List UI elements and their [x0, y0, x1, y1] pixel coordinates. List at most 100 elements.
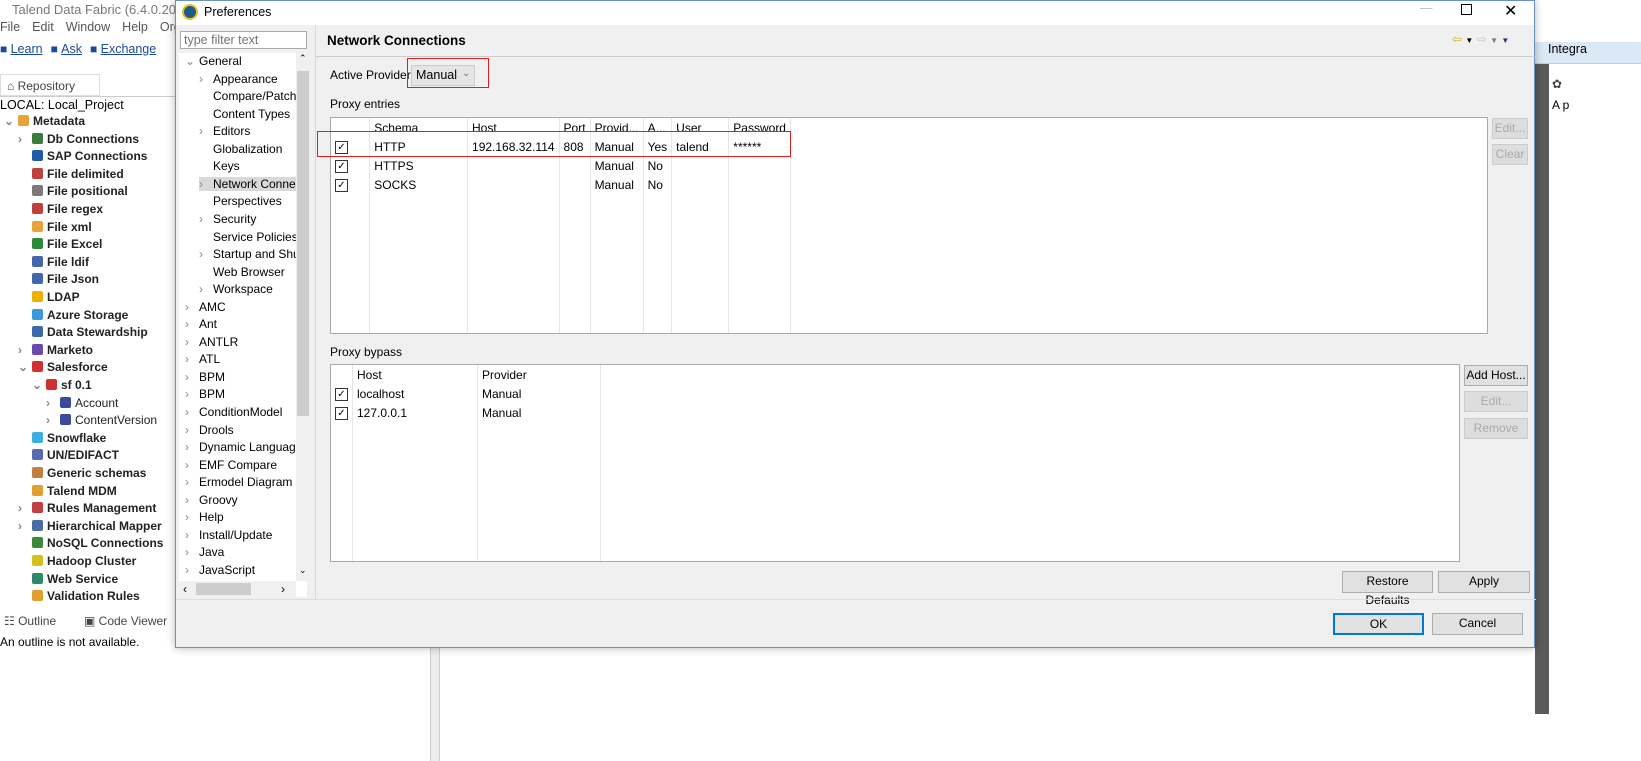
- pref-tree-item[interactable]: › ANTLR: [185, 335, 238, 349]
- chevron-icon[interactable]: ›: [185, 387, 199, 401]
- pref-tree-item[interactable]: › Help: [185, 510, 224, 524]
- chevron-icon[interactable]: ›: [199, 124, 213, 138]
- tree-item[interactable]: › Hierarchical Mapper: [18, 519, 162, 536]
- tree-item[interactable]: Web Service: [18, 572, 118, 589]
- chevron-icon[interactable]: ›: [199, 72, 213, 86]
- scrollbar-thumb[interactable]: [297, 71, 309, 416]
- edit-host-button[interactable]: Edit...: [1464, 391, 1528, 412]
- chevron-icon[interactable]: ›: [185, 317, 199, 331]
- scroll-up-icon[interactable]: ⌃: [299, 53, 307, 64]
- pref-tree-item[interactable]: ›Dynamic Languages: [185, 440, 296, 454]
- pref-tree-item[interactable]: › EMF Compare: [185, 458, 277, 472]
- tree-item[interactable]: File positional: [18, 184, 128, 201]
- tree-item[interactable]: Azure Storage: [18, 308, 128, 325]
- tree-item[interactable]: Snowflake: [18, 431, 106, 448]
- restore-defaults-button[interactable]: Restore Defaults: [1342, 571, 1433, 607]
- tree-item[interactable]: Talend MDM: [18, 484, 117, 501]
- menu-item[interactable]: File: [0, 20, 20, 34]
- pref-tree-item[interactable]: Content Types: [199, 107, 290, 121]
- chevron-icon[interactable]: ⌄: [185, 54, 199, 68]
- tree-item[interactable]: › Account: [46, 396, 118, 413]
- scroll-left-icon[interactable]: ‹: [183, 582, 187, 596]
- chevron-icon[interactable]: ›: [46, 413, 60, 427]
- back-dropdown-icon[interactable]: ▼: [1465, 36, 1473, 45]
- chevron-icon[interactable]: ›: [185, 475, 199, 489]
- chevron-icon[interactable]: ›: [199, 247, 213, 261]
- tab-repository[interactable]: ⌂ Repository: [0, 74, 100, 96]
- tree-item[interactable]: Generic schemas: [18, 466, 146, 483]
- tree-item[interactable]: Validation Rules: [18, 589, 140, 606]
- chevron-icon[interactable]: ›: [185, 528, 199, 542]
- pref-tree-item[interactable]: Perspectives: [199, 194, 282, 208]
- tree-item[interactable]: ⌄ sf 0.1: [32, 378, 92, 395]
- chevron-icon[interactable]: ›: [185, 493, 199, 507]
- row-checkbox[interactable]: ✓: [335, 407, 348, 420]
- tree-item[interactable]: File Json: [18, 272, 99, 289]
- toolbar-link[interactable]: Learn: [11, 42, 43, 56]
- pref-tree-item[interactable]: ›Network Connections: [199, 176, 296, 191]
- chevron-icon[interactable]: ›: [185, 510, 199, 524]
- clear-proxy-button[interactable]: Clear: [1492, 144, 1528, 165]
- chevron-icon[interactable]: ›: [185, 545, 199, 559]
- ok-button[interactable]: OK: [1333, 613, 1424, 635]
- pref-tree-item[interactable]: › Editors: [199, 124, 250, 138]
- chevron-icon[interactable]: ›: [18, 132, 32, 146]
- pref-tree-item[interactable]: › Security: [199, 212, 256, 226]
- tree-item[interactable]: File ldif: [18, 255, 89, 272]
- column-header[interactable]: [331, 365, 353, 384]
- pref-tree-item[interactable]: › Ant: [185, 317, 217, 331]
- scroll-down-icon[interactable]: ⌄: [299, 565, 307, 576]
- forward-arrow-icon[interactable]: ⇨: [1477, 32, 1487, 46]
- chevron-icon[interactable]: ›: [18, 343, 32, 357]
- close-button[interactable]: ✕: [1504, 1, 1517, 21]
- pref-tree-item[interactable]: ›Startup and Shutdown: [199, 247, 296, 261]
- pref-tree-item[interactable]: › JavaScript: [185, 563, 255, 577]
- maximize-button[interactable]: [1461, 4, 1472, 15]
- remove-host-button[interactable]: Remove: [1464, 418, 1528, 439]
- chevron-icon[interactable]: ⌄: [4, 114, 18, 128]
- table-row[interactable]: ✓ SOCKS Manual No: [331, 175, 791, 194]
- column-header[interactable]: Host: [352, 365, 479, 384]
- pref-tree-item[interactable]: › Java: [185, 545, 224, 559]
- tree-item[interactable]: › Marketo: [18, 343, 93, 360]
- chevron-icon[interactable]: ›: [185, 370, 199, 384]
- chevron-icon[interactable]: ›: [18, 519, 32, 533]
- tree-item[interactable]: ⌄ Salesforce: [18, 360, 108, 377]
- chevron-icon[interactable]: ⌄: [32, 378, 46, 392]
- pref-tree-item[interactable]: › Ermodel Diagram: [185, 475, 292, 489]
- pref-tree-item[interactable]: › ATL: [185, 352, 220, 366]
- horizontal-scrollbar[interactable]: ‹ ›: [179, 581, 296, 597]
- tree-item[interactable]: File regex: [18, 202, 103, 219]
- row-checkbox[interactable]: ✓: [335, 179, 348, 192]
- chevron-icon[interactable]: ›: [199, 282, 213, 296]
- pref-tree-item[interactable]: › Groovy: [185, 493, 238, 507]
- splitter[interactable]: [430, 648, 440, 761]
- pref-tree-item[interactable]: Compare/Patch: [199, 89, 296, 103]
- pref-tree-item[interactable]: › ConditionModel: [185, 405, 282, 419]
- chevron-icon[interactable]: ›: [46, 396, 60, 410]
- chevron-icon[interactable]: ›: [185, 563, 199, 577]
- tab-outline[interactable]: ☷ Outline: [0, 610, 80, 632]
- pref-tree-item[interactable]: ⌄ General: [185, 54, 242, 68]
- chevron-icon[interactable]: ›: [185, 300, 199, 314]
- pref-tree-item[interactable]: Web Browser: [199, 265, 285, 279]
- pref-tree-item[interactable]: › Appearance: [199, 72, 278, 86]
- tree-item[interactable]: Hadoop Cluster: [18, 554, 136, 571]
- menu-icon[interactable]: ▼: [1501, 36, 1509, 45]
- row-checkbox[interactable]: ✓: [335, 160, 348, 173]
- chevron-icon[interactable]: ›: [199, 212, 213, 226]
- chevron-icon[interactable]: ›: [185, 423, 199, 437]
- row-checkbox[interactable]: ✓: [335, 388, 348, 401]
- menu-item[interactable]: Help: [122, 20, 148, 34]
- toolbar-link[interactable]: Ask: [61, 42, 82, 56]
- cancel-button[interactable]: Cancel: [1432, 613, 1523, 635]
- table-row[interactable]: ✓ localhost Manual: [331, 384, 601, 403]
- chevron-icon[interactable]: ›: [18, 501, 32, 515]
- filter-input[interactable]: [180, 31, 307, 49]
- column-header[interactable]: Provider: [477, 365, 601, 384]
- forward-dropdown-icon[interactable]: ▼: [1490, 36, 1498, 45]
- add-host-button[interactable]: Add Host...: [1464, 365, 1528, 386]
- table-row[interactable]: ✓ 127.0.0.1 Manual: [331, 403, 601, 422]
- menu-item[interactable]: Edit: [32, 20, 54, 34]
- pref-tree-item[interactable]: › Install/Update: [185, 528, 272, 542]
